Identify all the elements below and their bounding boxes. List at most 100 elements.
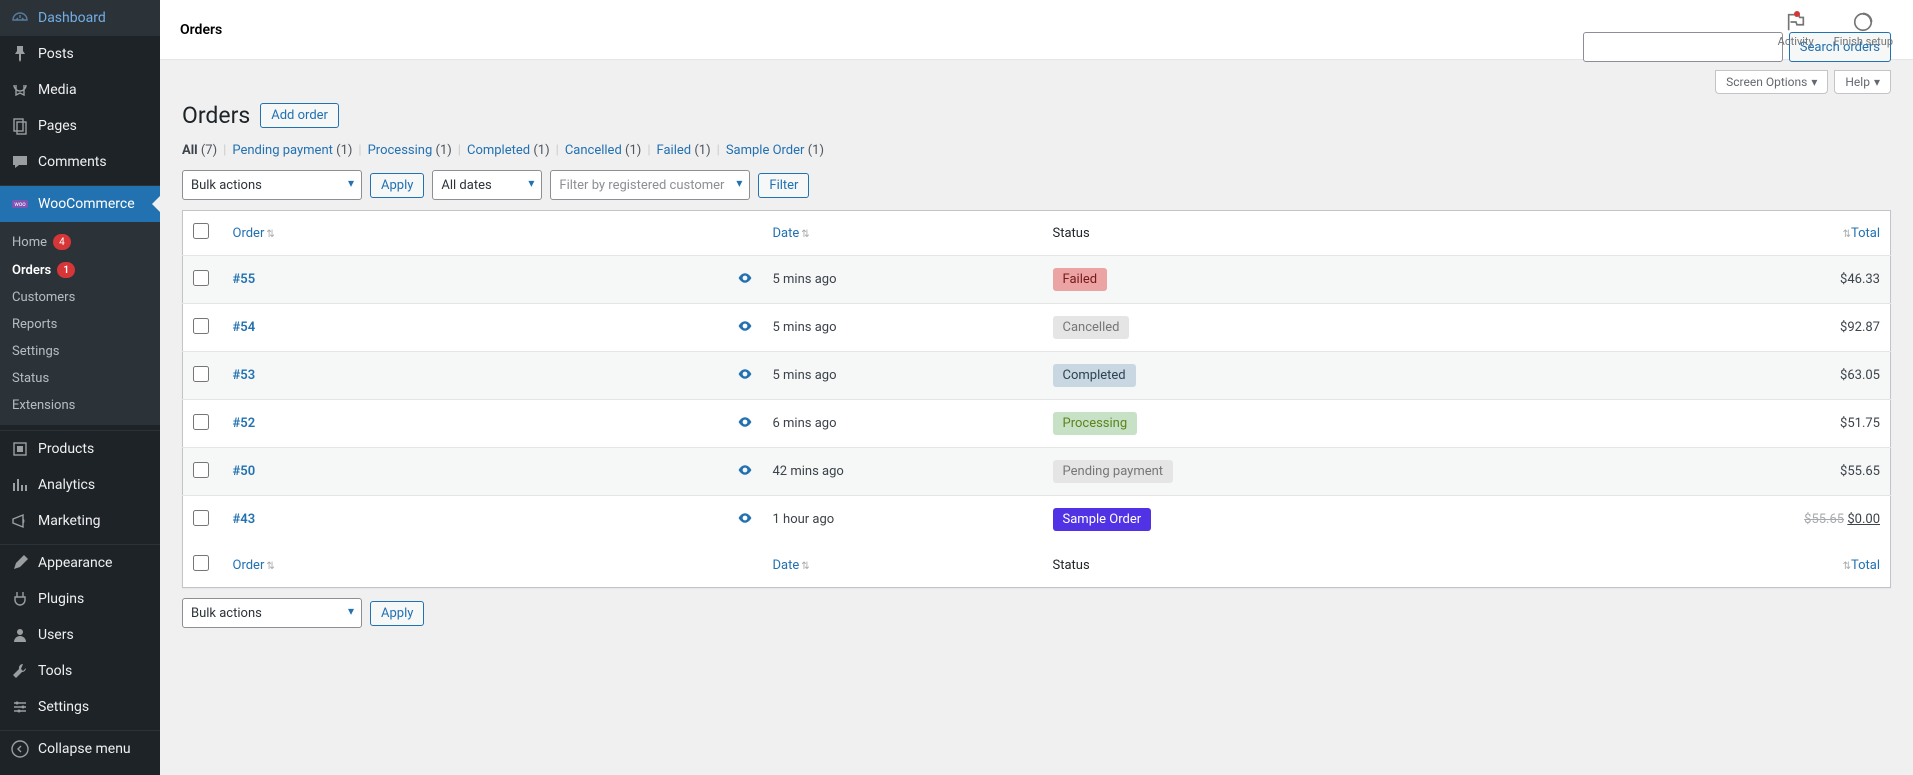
count-badge: 4 [53,234,71,250]
select-all-checkbox[interactable] [193,223,209,239]
status-badge: Cancelled [1053,316,1130,339]
order-column-header[interactable]: Order⇅ [233,558,275,573]
order-total: $92.87 [1751,304,1891,352]
order-total: $55.65 [1751,448,1891,496]
screen-meta: Screen Options ▾ Help ▾ [182,70,1891,94]
chevron-down-icon: ▾ [1811,75,1817,89]
preview-icon[interactable] [737,270,753,290]
submenu-item-settings[interactable]: Settings [0,338,160,365]
date-column-header[interactable]: Date⇅ [773,226,810,241]
row-checkbox[interactable] [193,270,209,286]
preview-icon[interactable] [737,414,753,434]
order-date: 6 mins ago [763,400,1043,448]
sidebar-item-media[interactable]: Media [0,72,160,108]
order-link[interactable]: #54 [233,320,256,335]
apply-button-bottom[interactable]: Apply [370,601,424,626]
total-column-header[interactable]: ⇅Total [1841,226,1880,241]
filter-button[interactable]: Filter [758,173,809,198]
sidebar-item-settings[interactable]: Settings [0,689,160,725]
total-column-header[interactable]: ⇅Total [1841,558,1880,573]
sidebar-item-comments[interactable]: Comments [0,144,160,180]
status-tab-completed[interactable]: Completed [467,143,530,158]
order-link[interactable]: #43 [233,512,256,527]
status-badge: Processing [1053,412,1138,435]
sidebar-item-woocommerce[interactable]: wooWooCommerce [0,186,160,222]
finish-setup-button[interactable]: Finish setup [1834,11,1893,48]
table-row[interactable]: #431 hour agoSample Order$55.65 $0.00 [183,496,1891,544]
bulk-actions-select[interactable]: Bulk actions [182,170,362,200]
count-badge: 1 [57,262,75,278]
order-total: $55.65 $0.00 [1751,496,1891,544]
preview-icon[interactable] [737,510,753,530]
products-icon [10,439,30,459]
submenu-item-extensions[interactable]: Extensions [0,392,160,419]
table-row[interactable]: #555 mins agoFailed$46.33 [183,256,1891,304]
table-row[interactable]: #535 mins agoCompleted$63.05 [183,352,1891,400]
sidebar-item-analytics[interactable]: Analytics [0,467,160,503]
order-link[interactable]: #53 [233,368,256,383]
status-tab-sample-order[interactable]: Sample Order [726,143,805,158]
tools-icon [10,661,30,681]
order-date: 5 mins ago [763,352,1043,400]
date-column-header[interactable]: Date⇅ [773,558,810,573]
bulk-actions-select-bottom[interactable]: Bulk actions [182,598,362,628]
svg-text:woo: woo [14,201,26,208]
submenu-item-status[interactable]: Status [0,365,160,392]
submenu-item-customers[interactable]: Customers [0,284,160,311]
sidebar-item-pages[interactable]: Pages [0,108,160,144]
sidebar-item-collapse-menu[interactable]: Collapse menu [0,731,160,767]
progress-icon [1852,11,1874,33]
dashboard-icon [10,8,30,28]
sidebar-item-marketing[interactable]: Marketing [0,503,160,539]
row-checkbox[interactable] [193,462,209,478]
order-total: $46.33 [1751,256,1891,304]
customer-filter[interactable]: Filter by registered customer [550,170,750,200]
apply-button[interactable]: Apply [370,173,424,198]
main-area: Orders Activity Finish setup Screen Opti… [160,0,1913,775]
sidebar-item-products[interactable]: Products [0,431,160,467]
table-row[interactable]: #545 mins agoCancelled$92.87 [183,304,1891,352]
submenu-item-home[interactable]: Home4 [0,228,160,256]
comment-icon [10,152,30,172]
sidebar-item-appearance[interactable]: Appearance [0,545,160,581]
page-icon [10,116,30,136]
status-tab-processing[interactable]: Processing [368,143,433,158]
date-filter-select[interactable]: All dates [432,170,542,200]
status-tab-cancelled[interactable]: Cancelled [565,143,622,158]
table-row[interactable]: #526 mins agoProcessing$51.75 [183,400,1891,448]
preview-icon[interactable] [737,318,753,338]
status-badge: Pending payment [1053,460,1174,483]
status-tab-failed[interactable]: Failed [657,143,692,158]
sidebar-item-plugins[interactable]: Plugins [0,581,160,617]
sidebar-item-users[interactable]: Users [0,617,160,653]
status-tab-pending-payment[interactable]: Pending payment [232,143,333,158]
order-column-header[interactable]: Order⇅ [233,226,275,241]
order-link[interactable]: #50 [233,464,256,479]
submenu-item-orders[interactable]: Orders1 [0,256,160,284]
settings-icon [10,697,30,717]
row-checkbox[interactable] [193,318,209,334]
sidebar-item-tools[interactable]: Tools [0,653,160,689]
order-link[interactable]: #52 [233,416,256,431]
select-all-checkbox-footer[interactable] [193,555,209,571]
help-button[interactable]: Help ▾ [1834,70,1891,94]
activity-button[interactable]: Activity [1778,11,1814,48]
sort-icon: ⇅ [266,229,274,240]
users-icon [10,625,30,645]
row-checkbox[interactable] [193,366,209,382]
submenu-item-reports[interactable]: Reports [0,311,160,338]
order-link[interactable]: #55 [233,272,256,287]
row-checkbox[interactable] [193,414,209,430]
screen-options-button[interactable]: Screen Options ▾ [1715,70,1828,94]
add-order-button[interactable]: Add order [260,103,339,128]
collapse-icon [10,739,30,759]
preview-icon[interactable] [737,462,753,482]
status-column-header: Status [1043,543,1751,588]
preview-icon[interactable] [737,366,753,386]
search-input[interactable] [1583,32,1783,62]
table-row[interactable]: #5042 mins agoPending payment$55.65 [183,448,1891,496]
sidebar-item-dashboard[interactable]: Dashboard [0,0,160,36]
sidebar-item-posts[interactable]: Posts [0,36,160,72]
pin-icon [10,44,30,64]
row-checkbox[interactable] [193,510,209,526]
